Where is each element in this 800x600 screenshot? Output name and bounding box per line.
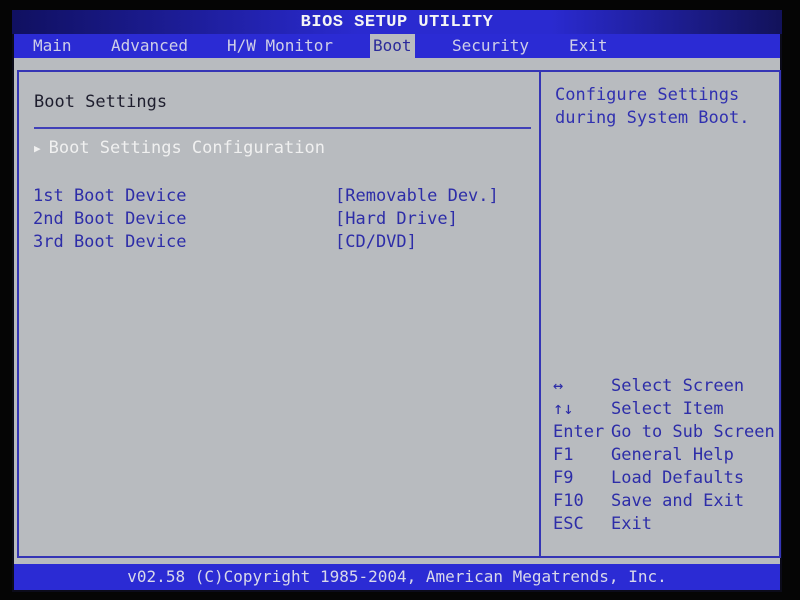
device-value[interactable]: [Hard Drive] (335, 209, 458, 229)
key-name: ESC (553, 513, 584, 534)
triangle-right-icon: ▶ (34, 141, 41, 155)
key-action: General Help (611, 444, 734, 465)
device-value[interactable]: [Removable Dev.] (335, 186, 499, 206)
left-right-arrow-icon: ↔ (553, 375, 564, 396)
key-legend: ↔ Select Screen ↑↓ Select Item Enter Go … (553, 374, 777, 535)
key-legend-row: F9 Load Defaults (553, 466, 777, 489)
device-label: 2nd Boot Device (33, 208, 187, 229)
submenu-boot-settings-configuration[interactable]: ▶ Boot Settings Configuration (34, 138, 325, 158)
help-panel: Configure Settings during System Boot. ↔… (539, 70, 781, 558)
settings-panel: Boot Settings ▶ Boot Settings Configurat… (17, 70, 541, 558)
key-legend-row: ESC Exit (553, 512, 777, 535)
key-action: Save and Exit (611, 490, 745, 511)
device-label: 3rd Boot Device (33, 231, 187, 252)
help-line: during System Boot. (555, 108, 750, 128)
bios-screen: BIOS SETUP UTILITY Main Advanced H/W Mon… (12, 10, 782, 592)
help-text: Configure Settings during System Boot. (555, 84, 775, 130)
tab-exit[interactable]: Exit (566, 34, 611, 58)
key-name: F10 (553, 490, 584, 511)
boot-device-row-3rd[interactable]: 3rd Boot Device [CD/DVD] (33, 230, 533, 253)
tab-advanced[interactable]: Advanced (108, 34, 191, 58)
key-legend-row: F10 Save and Exit (553, 489, 777, 512)
key-legend-row: F1 General Help (553, 443, 777, 466)
help-line: Configure Settings (555, 85, 740, 105)
menu-bar: Main Advanced H/W Monitor Boot Security … (14, 34, 780, 58)
title-bar: BIOS SETUP UTILITY (12, 10, 782, 34)
key-action: Select Screen (611, 375, 745, 396)
key-legend-row: ↔ Select Screen (553, 374, 777, 397)
tab-main[interactable]: Main (30, 34, 75, 58)
copyright-footer: v02.58 (C)Copyright 1985-2004, American … (14, 564, 780, 590)
submenu-label: Boot Settings Configuration (48, 138, 325, 158)
tab-hw-monitor[interactable]: H/W Monitor (224, 34, 336, 58)
key-name: F9 (553, 467, 574, 488)
boot-device-list: 1st Boot Device [Removable Dev.] 2nd Boo… (33, 184, 533, 253)
device-value[interactable]: [CD/DVD] (335, 232, 417, 252)
section-title: Boot Settings (34, 92, 168, 112)
key-legend-row: Enter Go to Sub Screen (553, 420, 777, 443)
section-divider (34, 127, 531, 129)
device-label: 1st Boot Device (33, 185, 187, 206)
key-action: Select Item (611, 398, 724, 419)
up-down-arrow-icon: ↑↓ (553, 398, 574, 419)
key-legend-row: ↑↓ Select Item (553, 397, 777, 420)
key-action: Load Defaults (611, 467, 745, 488)
boot-device-row-2nd[interactable]: 2nd Boot Device [Hard Drive] (33, 207, 533, 230)
key-action: Go to Sub Screen (611, 421, 775, 442)
main-area: Boot Settings ▶ Boot Settings Configurat… (14, 58, 781, 564)
key-name: Enter (553, 421, 605, 442)
tab-security[interactable]: Security (449, 34, 532, 58)
boot-device-row-1st[interactable]: 1st Boot Device [Removable Dev.] (33, 184, 533, 207)
tab-boot[interactable]: Boot (370, 34, 415, 58)
key-action: Exit (611, 513, 652, 534)
key-name: F1 (553, 444, 574, 465)
